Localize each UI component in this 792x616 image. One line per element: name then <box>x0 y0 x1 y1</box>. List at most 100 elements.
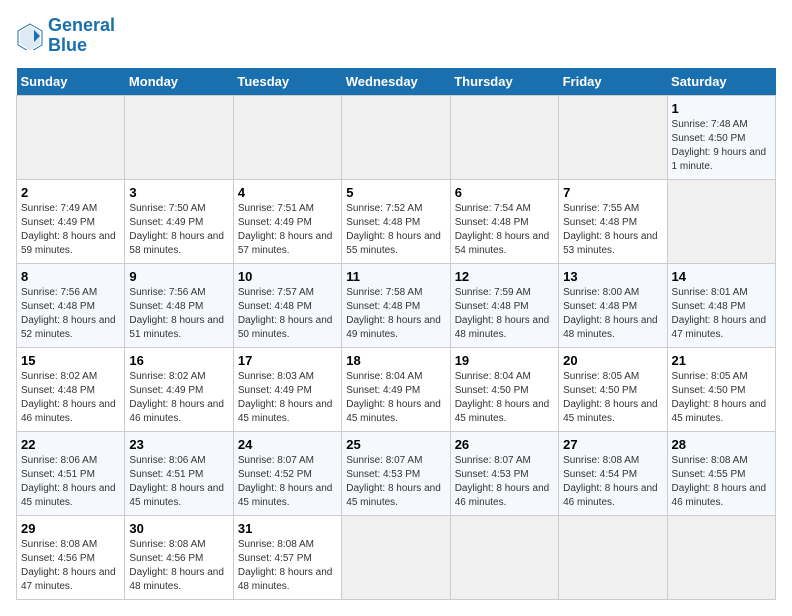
day-cell: 31 Sunrise: 8:08 AMSunset: 4:57 PMDayligh… <box>233 515 341 599</box>
day-number: 25 <box>346 437 445 452</box>
day-number: 27 <box>563 437 662 452</box>
day-cell: 1 Sunrise: 7:48 AMSunset: 4:50 PMDaylight… <box>667 95 775 179</box>
day-info: Sunrise: 7:56 AMSunset: 4:48 PMDaylight:… <box>21 286 120 342</box>
day-cell <box>233 95 341 179</box>
day-cell <box>342 515 450 599</box>
day-info: Sunrise: 8:08 AMSunset: 4:56 PMDaylight:… <box>21 538 120 594</box>
day-number: 23 <box>129 437 228 452</box>
day-number: 29 <box>21 521 120 536</box>
day-number: 1 <box>672 101 771 116</box>
day-cell: 13Sunrise: 8:00 AMSunset: 4:48 PMDayligh… <box>559 263 667 347</box>
day-info: Sunrise: 8:06 AMSunset: 4:51 PMDaylight:… <box>21 454 120 510</box>
day-info: Sunrise: 8:08 AMSunset: 4:57 PMDaylight:… <box>238 538 337 594</box>
day-number: 15 <box>21 353 120 368</box>
day-number: 5 <box>346 185 445 200</box>
logo: GeneralBlue <box>16 16 115 56</box>
day-number: 20 <box>563 353 662 368</box>
day-info: Sunrise: 8:05 AMSunset: 4:50 PMDaylight:… <box>563 370 662 426</box>
day-cell: 27Sunrise: 8:08 AMSunset: 4:54 PMDayligh… <box>559 431 667 515</box>
header-monday: Monday <box>125 68 233 96</box>
week-row-3: 15 Sunrise: 8:02 AMSunset: 4:48 PMDayligh… <box>17 347 776 431</box>
day-number: 3 <box>129 185 228 200</box>
day-number: 4 <box>238 185 337 200</box>
day-number: 2 <box>21 185 120 200</box>
day-cell: 26 Sunrise: 8:07 AMSunset: 4:53 PMDayligh… <box>450 431 558 515</box>
week-row-0: 1 Sunrise: 7:48 AMSunset: 4:50 PMDaylight… <box>17 95 776 179</box>
day-info: Sunrise: 7:48 AMSunset: 4:50 PMDaylight:… <box>672 118 771 174</box>
day-cell <box>450 515 558 599</box>
header-saturday: Saturday <box>667 68 775 96</box>
day-info: Sunrise: 8:07 AMSunset: 4:53 PMDaylight:… <box>346 454 445 510</box>
day-info: Sunrise: 8:05 AMSunset: 4:50 PMDaylight:… <box>672 370 771 426</box>
day-info: Sunrise: 7:50 AMSunset: 4:49 PMDaylight:… <box>129 202 228 258</box>
day-info: Sunrise: 8:00 AMSunset: 4:48 PMDaylight:… <box>563 286 662 342</box>
day-cell: 6Sunrise: 7:54 AMSunset: 4:48 PMDaylight… <box>450 179 558 263</box>
day-number: 28 <box>672 437 771 452</box>
day-cell <box>450 95 558 179</box>
day-info: Sunrise: 7:57 AMSunset: 4:48 PMDaylight:… <box>238 286 337 342</box>
day-cell: 10 Sunrise: 7:57 AMSunset: 4:48 PMDayligh… <box>233 263 341 347</box>
logo-icon <box>16 22 44 50</box>
day-cell: 9 Sunrise: 7:56 AMSunset: 4:48 PMDaylight… <box>125 263 233 347</box>
day-info: Sunrise: 7:56 AMSunset: 4:48 PMDaylight:… <box>129 286 228 342</box>
header-row: SundayMondayTuesdayWednesdayThursdayFrid… <box>17 68 776 96</box>
day-cell <box>559 515 667 599</box>
day-cell: 5 Sunrise: 7:52 AMSunset: 4:48 PMDaylight… <box>342 179 450 263</box>
day-cell: 25 Sunrise: 8:07 AMSunset: 4:53 PMDayligh… <box>342 431 450 515</box>
day-number: 31 <box>238 521 337 536</box>
day-number: 11 <box>346 269 445 284</box>
day-number: 8 <box>21 269 120 284</box>
week-row-5: 29 Sunrise: 8:08 AMSunset: 4:56 PMDayligh… <box>17 515 776 599</box>
day-number: 18 <box>346 353 445 368</box>
day-cell: 24Sunrise: 8:07 AMSunset: 4:52 PMDayligh… <box>233 431 341 515</box>
day-cell <box>125 95 233 179</box>
day-cell: 29 Sunrise: 8:08 AMSunset: 4:56 PMDayligh… <box>17 515 125 599</box>
day-info: Sunrise: 8:06 AMSunset: 4:51 PMDaylight:… <box>129 454 228 510</box>
day-info: Sunrise: 8:07 AMSunset: 4:53 PMDaylight:… <box>455 454 554 510</box>
day-number: 19 <box>455 353 554 368</box>
day-number: 12 <box>455 269 554 284</box>
day-cell <box>667 179 775 263</box>
day-number: 26 <box>455 437 554 452</box>
day-info: Sunrise: 8:02 AMSunset: 4:49 PMDaylight:… <box>129 370 228 426</box>
day-number: 22 <box>21 437 120 452</box>
day-info: Sunrise: 8:04 AMSunset: 4:49 PMDaylight:… <box>346 370 445 426</box>
day-info: Sunrise: 8:04 AMSunset: 4:50 PMDaylight:… <box>455 370 554 426</box>
day-number: 7 <box>563 185 662 200</box>
day-cell <box>342 95 450 179</box>
day-info: Sunrise: 7:52 AMSunset: 4:48 PMDaylight:… <box>346 202 445 258</box>
day-info: Sunrise: 8:07 AMSunset: 4:52 PMDaylight:… <box>238 454 337 510</box>
day-info: Sunrise: 8:03 AMSunset: 4:49 PMDaylight:… <box>238 370 337 426</box>
day-cell: 19 Sunrise: 8:04 AMSunset: 4:50 PMDayligh… <box>450 347 558 431</box>
logo-text: GeneralBlue <box>48 16 115 56</box>
day-cell: 3 Sunrise: 7:50 AMSunset: 4:49 PMDaylight… <box>125 179 233 263</box>
day-cell <box>17 95 125 179</box>
day-info: Sunrise: 8:01 AMSunset: 4:48 PMDaylight:… <box>672 286 771 342</box>
day-cell: 15 Sunrise: 8:02 AMSunset: 4:48 PMDayligh… <box>17 347 125 431</box>
day-cell: 4Sunrise: 7:51 AMSunset: 4:49 PMDaylight… <box>233 179 341 263</box>
day-info: Sunrise: 7:58 AMSunset: 4:48 PMDaylight:… <box>346 286 445 342</box>
day-number: 9 <box>129 269 228 284</box>
header-thursday: Thursday <box>450 68 558 96</box>
day-cell: 30Sunrise: 8:08 AMSunset: 4:56 PMDayligh… <box>125 515 233 599</box>
day-cell: 8 Sunrise: 7:56 AMSunset: 4:48 PMDaylight… <box>17 263 125 347</box>
day-number: 10 <box>238 269 337 284</box>
day-cell: 21Sunrise: 8:05 AMSunset: 4:50 PMDayligh… <box>667 347 775 431</box>
day-info: Sunrise: 7:54 AMSunset: 4:48 PMDaylight:… <box>455 202 554 258</box>
header-sunday: Sunday <box>17 68 125 96</box>
day-cell: 23 Sunrise: 8:06 AMSunset: 4:51 PMDayligh… <box>125 431 233 515</box>
header-wednesday: Wednesday <box>342 68 450 96</box>
day-cell: 18 Sunrise: 8:04 AMSunset: 4:49 PMDayligh… <box>342 347 450 431</box>
header-tuesday: Tuesday <box>233 68 341 96</box>
day-cell: 28 Sunrise: 8:08 AMSunset: 4:55 PMDayligh… <box>667 431 775 515</box>
day-number: 16 <box>129 353 228 368</box>
day-number: 14 <box>672 269 771 284</box>
day-info: Sunrise: 8:02 AMSunset: 4:48 PMDaylight:… <box>21 370 120 426</box>
header-friday: Friday <box>559 68 667 96</box>
week-row-2: 8 Sunrise: 7:56 AMSunset: 4:48 PMDaylight… <box>17 263 776 347</box>
day-cell: 11 Sunrise: 7:58 AMSunset: 4:48 PMDayligh… <box>342 263 450 347</box>
day-info: Sunrise: 8:08 AMSunset: 4:55 PMDaylight:… <box>672 454 771 510</box>
day-cell: 20 Sunrise: 8:05 AMSunset: 4:50 PMDayligh… <box>559 347 667 431</box>
week-row-1: 2Sunrise: 7:49 AMSunset: 4:49 PMDaylight… <box>17 179 776 263</box>
day-cell <box>667 515 775 599</box>
